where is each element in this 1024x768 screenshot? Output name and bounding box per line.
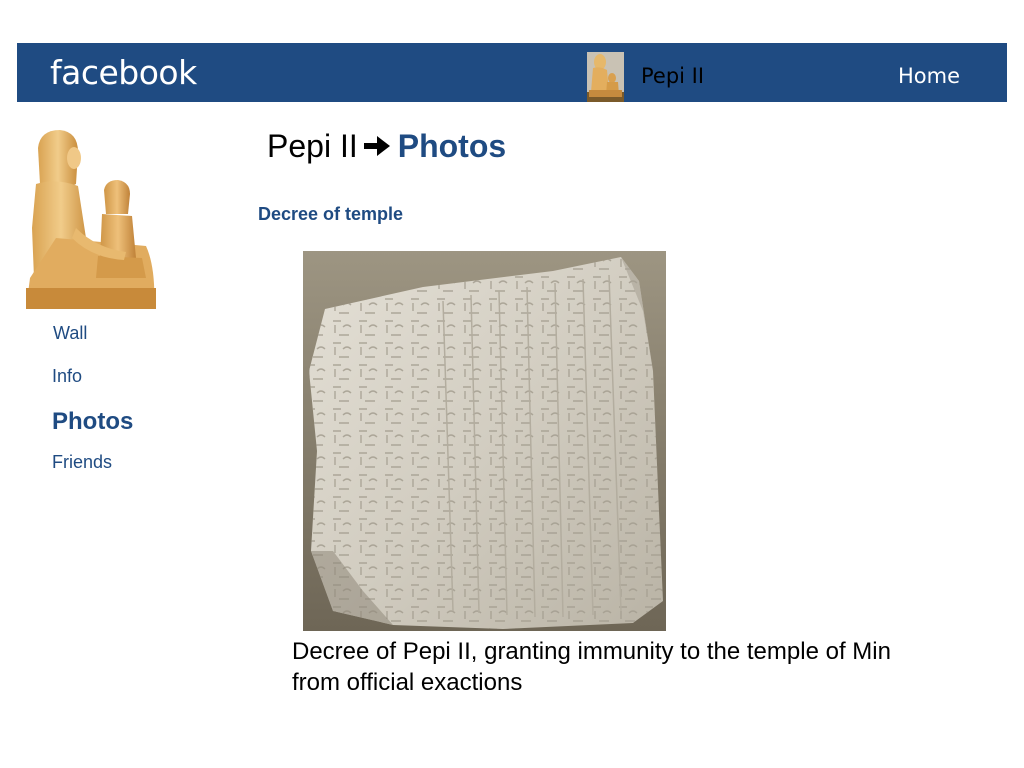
photo-stone-relief[interactable] — [303, 251, 666, 631]
profile-name-link[interactable]: Pepi II — [641, 63, 704, 89]
profile-picture[interactable] — [26, 128, 156, 309]
home-link[interactable]: Home — [898, 63, 960, 89]
album-title[interactable]: Decree of temple — [258, 203, 403, 225]
photo-caption: Decree of Pepi II, granting immunity to … — [292, 638, 891, 696]
facebook-logo[interactable]: facebook — [50, 53, 197, 93]
sidebar-item-info[interactable]: Info — [52, 365, 82, 387]
breadcrumb-profile-name[interactable]: Pepi II — [267, 128, 358, 164]
breadcrumb: Pepi II Photos — [267, 127, 506, 166]
arrow-right-icon — [362, 128, 392, 166]
sidebar-item-photos[interactable]: Photos — [52, 408, 133, 436]
profile-thumbnail[interactable] — [587, 52, 624, 102]
sidebar-item-wall[interactable]: Wall — [53, 322, 87, 344]
sidebar-item-friends[interactable]: Friends — [52, 451, 112, 473]
top-navigation-bar: facebook Pepi II Home — [17, 43, 1007, 102]
breadcrumb-current: Photos — [397, 128, 507, 164]
